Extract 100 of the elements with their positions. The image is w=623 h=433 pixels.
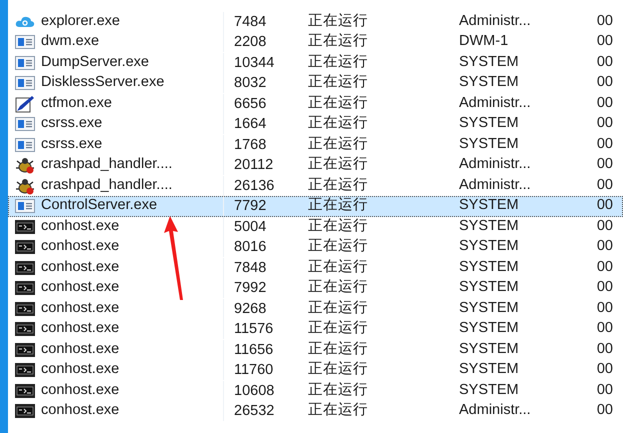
process-name: crashpad_handler.... bbox=[41, 176, 174, 195]
cpu-usage: 00 bbox=[596, 94, 613, 113]
process-row[interactable]: explorer.exe 7484 正在运行 Administr... 00 bbox=[8, 12, 623, 32]
pid: 10344 bbox=[223, 52, 299, 73]
pid: 7848 bbox=[223, 258, 299, 278]
pid: 11576 bbox=[223, 319, 299, 340]
pid: 6656 bbox=[223, 94, 299, 114]
pid: 10608 bbox=[223, 380, 299, 401]
process-row[interactable]: csrss.exe 1664 正在运行 SYSTEM 00 bbox=[8, 114, 623, 134]
cpu-usage: 00 bbox=[596, 278, 613, 298]
cpu-usage: 00 bbox=[596, 258, 613, 277]
status: 正在运行 bbox=[307, 278, 369, 298]
process-name: dwm.exe bbox=[41, 32, 100, 52]
user-name: SYSTEM bbox=[459, 380, 520, 400]
user-name: Administr... bbox=[459, 401, 532, 420]
process-row[interactable]: crashpad_handler.... 20112 正在运行 Administr... 00 bbox=[8, 155, 623, 176]
status: 正在运行 bbox=[307, 216, 369, 236]
pid: 1768 bbox=[223, 134, 299, 155]
cpu-usage: 00 bbox=[596, 340, 613, 359]
status: 正在运行 bbox=[307, 12, 369, 31]
process-name: DisklessServer.exe bbox=[41, 73, 166, 92]
cpu-usage: 00 bbox=[596, 114, 613, 134]
cpu-usage: 00 bbox=[596, 360, 613, 380]
cpu-usage: 00 bbox=[596, 237, 613, 256]
console-icon bbox=[15, 363, 35, 378]
bug-icon bbox=[15, 156, 35, 174]
console-icon bbox=[15, 342, 35, 357]
status: 正在运行 bbox=[307, 155, 369, 174]
process-row[interactable]: dwm.exe 2208 正在运行 DWM-1 00 bbox=[8, 32, 623, 52]
process-name: explorer.exe bbox=[41, 12, 121, 31]
process-name: conhost.exe bbox=[41, 360, 120, 380]
user-name: SYSTEM bbox=[459, 237, 520, 256]
user-name: SYSTEM bbox=[459, 340, 520, 359]
user-name: Administr... bbox=[459, 94, 532, 113]
user-name: DWM-1 bbox=[459, 32, 510, 52]
user-name: SYSTEM bbox=[459, 114, 520, 134]
process-row[interactable]: conhost.exe 9268 正在运行 SYSTEM 00 bbox=[8, 298, 623, 319]
process-name: DumpServer.exe bbox=[41, 52, 150, 72]
window-icon bbox=[15, 199, 35, 214]
process-name: conhost.exe bbox=[41, 380, 120, 400]
pid: 7484 bbox=[223, 12, 299, 32]
status: 正在运行 bbox=[307, 52, 369, 72]
window-icon bbox=[15, 76, 35, 90]
user-name: Administr... bbox=[459, 155, 532, 174]
status: 正在运行 bbox=[307, 94, 369, 113]
pid: 1664 bbox=[223, 114, 299, 134]
status: 正在运行 bbox=[307, 360, 369, 380]
pid: 7992 bbox=[223, 278, 299, 298]
window-icon bbox=[15, 117, 35, 132]
status: 正在运行 bbox=[307, 319, 369, 338]
user-name: SYSTEM bbox=[459, 360, 520, 380]
process-row[interactable]: ControlServer.exe 7792 正在运行 SYSTEM 00 bbox=[8, 196, 623, 216]
user-name: SYSTEM bbox=[459, 216, 520, 236]
process-row[interactable]: conhost.exe 10608 正在运行 SYSTEM 00 bbox=[8, 380, 623, 401]
cpu-usage: 00 bbox=[596, 176, 613, 195]
process-row[interactable]: csrss.exe 1768 正在运行 SYSTEM 00 bbox=[8, 134, 623, 155]
cpu-usage: 00 bbox=[596, 298, 613, 318]
pid: 8016 bbox=[223, 237, 299, 258]
window-icon bbox=[15, 56, 35, 70]
user-name: SYSTEM bbox=[459, 52, 520, 72]
status: 正在运行 bbox=[307, 340, 369, 359]
process-row[interactable]: DumpServer.exe 10344 正在运行 SYSTEM 00 bbox=[8, 52, 623, 73]
window-icon bbox=[15, 138, 35, 152]
status: 正在运行 bbox=[307, 134, 369, 154]
cpu-usage: 00 bbox=[596, 196, 613, 216]
console-icon bbox=[15, 281, 35, 296]
process-name: conhost.exe bbox=[41, 401, 120, 420]
pid: 26532 bbox=[223, 401, 299, 422]
cpu-usage: 00 bbox=[596, 380, 613, 400]
user-name: Administr... bbox=[459, 176, 532, 195]
process-name: conhost.exe bbox=[41, 258, 120, 277]
cpu-usage: 00 bbox=[596, 73, 613, 92]
pid: 5004 bbox=[223, 216, 299, 237]
cpu-usage: 00 bbox=[596, 52, 613, 72]
status: 正在运行 bbox=[307, 73, 369, 92]
user-name: SYSTEM bbox=[459, 258, 520, 277]
user-name: Administr... bbox=[459, 12, 532, 31]
pid: 11760 bbox=[223, 360, 299, 380]
console-icon bbox=[15, 384, 35, 398]
process-name: conhost.exe bbox=[41, 278, 120, 298]
console-icon bbox=[15, 404, 35, 418]
process-row[interactable]: conhost.exe 11760 正在运行 SYSTEM 00 bbox=[8, 360, 623, 380]
process-row[interactable]: conhost.exe 11656 正在运行 SYSTEM 00 bbox=[8, 340, 623, 360]
process-row[interactable]: ctfmon.exe 6656 正在运行 Administr... 00 bbox=[8, 94, 623, 114]
console-icon bbox=[15, 322, 35, 336]
pid: 7792 bbox=[223, 196, 299, 216]
cloud-icon bbox=[15, 14, 35, 29]
cpu-usage: 00 bbox=[596, 32, 613, 52]
status: 正在运行 bbox=[307, 380, 369, 400]
console-icon bbox=[15, 240, 35, 254]
user-name: SYSTEM bbox=[459, 73, 520, 92]
process-row[interactable]: conhost.exe 11576 正在运行 SYSTEM 00 bbox=[8, 319, 623, 340]
process-name: csrss.exe bbox=[41, 134, 104, 154]
process-row[interactable]: conhost.exe 26532 正在运行 Administr... 00 bbox=[8, 401, 623, 422]
user-name: SYSTEM bbox=[459, 134, 520, 154]
process-name: conhost.exe bbox=[41, 340, 120, 359]
process-row[interactable]: DisklessServer.exe 8032 正在运行 SYSTEM 00 bbox=[8, 73, 623, 94]
process-name: conhost.exe bbox=[41, 319, 120, 338]
pen-icon bbox=[15, 94, 35, 113]
process-name: conhost.exe bbox=[41, 216, 120, 236]
